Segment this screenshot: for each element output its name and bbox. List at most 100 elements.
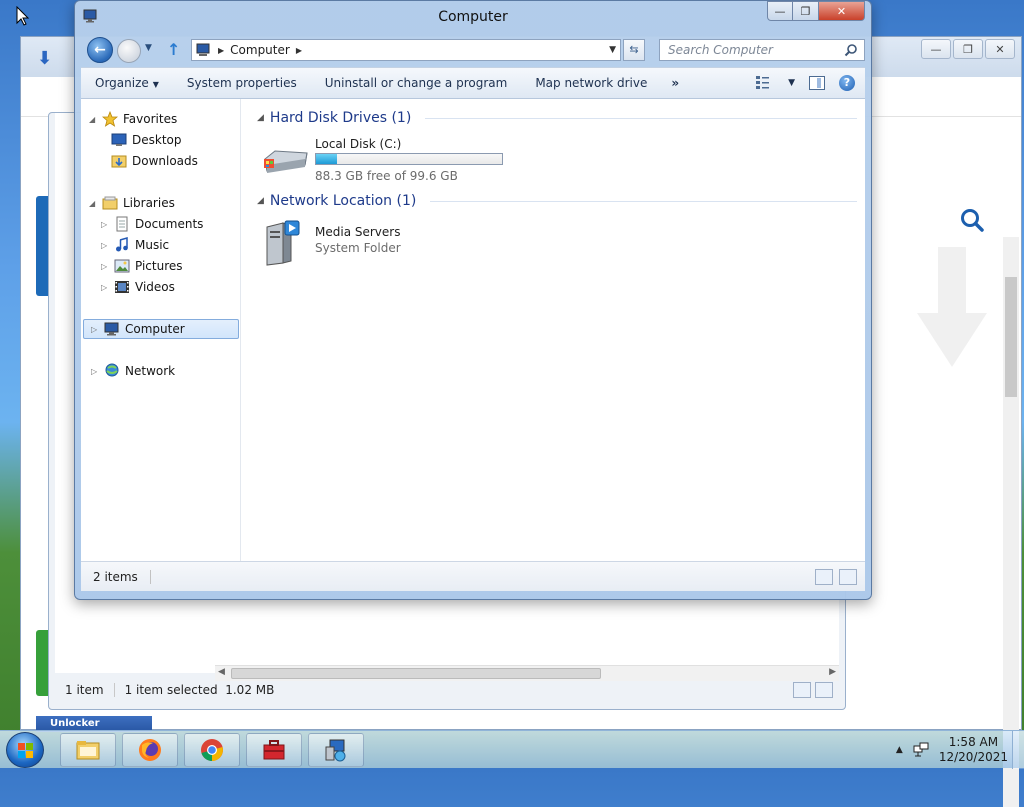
- tree-libraries[interactable]: ◢ Libraries: [89, 193, 175, 213]
- media-servers-item[interactable]: Media Servers System Folder: [261, 217, 461, 267]
- group-network-location[interactable]: ◢ Network Location (1): [257, 190, 857, 212]
- folder-icon: [76, 741, 100, 760]
- taskbar-chrome-button[interactable]: [184, 733, 240, 767]
- tree-computer[interactable]: ▷ Computer: [91, 319, 185, 339]
- forward-button[interactable]: [117, 39, 141, 63]
- breadcrumb-separator-icon[interactable]: ▶: [218, 46, 224, 55]
- taskbar-explorer-button[interactable]: [60, 733, 116, 767]
- search-input[interactable]: Search Computer: [659, 39, 865, 61]
- minimize-button[interactable]: —: [767, 1, 793, 21]
- network-status-icon[interactable]: [913, 742, 929, 758]
- map-network-drive-button[interactable]: Map network drive: [521, 76, 661, 90]
- address-dropdown-icon[interactable]: ▼: [609, 45, 616, 55]
- navigation-pane: ◢ Favorites Desktop Downloads ◢ Librarie…: [81, 99, 241, 561]
- large-icons-view-icon[interactable]: [839, 568, 857, 585]
- expand-arrow-icon[interactable]: ▷: [101, 241, 109, 250]
- back-button[interactable]: ←: [87, 37, 113, 63]
- tree-favorites[interactable]: ◢ Favorites: [89, 109, 177, 129]
- network-setup-icon: [325, 739, 346, 762]
- tree-downloads[interactable]: Downloads: [111, 151, 198, 171]
- breadcrumb-separator-icon[interactable]: ▶: [296, 46, 302, 55]
- group-hard-disk-drives[interactable]: ◢ Hard Disk Drives (1): [257, 107, 857, 129]
- downloads-folder-icon: [111, 155, 127, 168]
- breadcrumb-computer[interactable]: Computer: [230, 43, 290, 57]
- collapse-group-icon[interactable]: ◢: [257, 196, 264, 206]
- explorer-window: Computer — ❐ ✕ ← ▼ ↑ ▶ Computer ▶ ▼ ⇆ Se…: [74, 0, 872, 600]
- taskbar-toolbox-button[interactable]: [246, 733, 302, 767]
- music-icon: [116, 237, 128, 252]
- background-scrollbar[interactable]: [1003, 237, 1019, 807]
- system-tray: ▲ 1:58 AM 12/20/2021: [896, 735, 1008, 765]
- maximize-button[interactable]: ❐: [793, 1, 819, 21]
- drive-usage-fill: [316, 154, 338, 164]
- expand-arrow-icon[interactable]: ▷: [101, 262, 109, 271]
- show-hidden-icons-button[interactable]: ▲: [896, 745, 903, 755]
- media-server-icon: [266, 220, 300, 266]
- help-icon[interactable]: ?: [839, 75, 855, 91]
- change-view-icon[interactable]: [756, 76, 774, 90]
- collapse-arrow-icon[interactable]: ◢: [89, 115, 97, 124]
- search-icon[interactable]: [959, 207, 985, 233]
- pictures-icon: [114, 259, 130, 273]
- hard-drive-icon: [264, 150, 308, 173]
- local-disk-item[interactable]: Local Disk (C:) 88.3 GB free of 99.6 GB: [261, 137, 521, 187]
- videos-icon: [115, 281, 129, 293]
- navigation-bar: ← ▼ ↑ ▶ Computer ▶ ▼ ⇆ Search Computer: [85, 35, 865, 65]
- status-item-count: 1 item: [55, 683, 115, 697]
- status-selected: 1 item selected 1.02 MB: [124, 683, 275, 697]
- desktop-icon: [111, 133, 127, 146]
- taskbar-firefox-button[interactable]: [122, 733, 178, 767]
- tree-music[interactable]: ▷ Music: [101, 235, 169, 255]
- network-icon: [105, 363, 119, 377]
- close-button[interactable]: ✕: [819, 1, 865, 21]
- organize-button[interactable]: Organize ▼: [81, 76, 173, 90]
- uninstall-program-button[interactable]: Uninstall or change a program: [311, 76, 522, 90]
- view-options-dropdown-icon[interactable]: ▼: [788, 78, 795, 88]
- details-view-icon[interactable]: [815, 568, 833, 585]
- taskbar-network-setup-button[interactable]: [308, 733, 364, 767]
- start-button[interactable]: [6, 732, 44, 768]
- star-icon: [102, 111, 118, 127]
- status-bar: 2 items: [81, 561, 865, 591]
- clock-date: 12/20/2021: [938, 750, 1008, 764]
- show-desktop-button[interactable]: [1012, 731, 1024, 769]
- computer-icon: [196, 43, 210, 56]
- expand-arrow-icon[interactable]: ▷: [91, 367, 99, 376]
- preview-pane-icon[interactable]: [809, 76, 825, 90]
- content-pane: ◢ Hard Disk Drives (1) Local Disk (C:) 8…: [243, 99, 865, 561]
- libraries-icon: [102, 196, 118, 210]
- expand-arrow-icon[interactable]: ▷: [101, 220, 109, 229]
- background-status-bar: 1 item 1 item selected 1.02 MB: [55, 675, 839, 705]
- clock[interactable]: 1:58 AM 12/20/2021: [939, 735, 1008, 765]
- collapse-arrow-icon[interactable]: ◢: [89, 199, 97, 208]
- firefox-icon: [139, 739, 161, 761]
- documents-icon: [116, 216, 128, 232]
- computer-icon: [104, 322, 119, 336]
- tree-desktop[interactable]: Desktop: [111, 130, 182, 150]
- windows-logo-icon: [18, 743, 33, 758]
- download-icon: ⬇: [37, 48, 53, 69]
- address-bar[interactable]: ▶ Computer ▶ ▼: [191, 39, 621, 61]
- tree-documents[interactable]: ▷ Documents: [101, 214, 203, 234]
- tree-network[interactable]: ▷ Network: [91, 361, 175, 381]
- background-minimize-button[interactable]: —: [921, 39, 951, 59]
- search-icon[interactable]: [844, 43, 858, 57]
- expand-arrow-icon[interactable]: ▷: [91, 325, 99, 334]
- background-close-button[interactable]: ✕: [985, 39, 1015, 59]
- background-maximize-button[interactable]: ❐: [953, 39, 983, 59]
- network-item-type: System Folder: [315, 241, 401, 255]
- details-view-icon[interactable]: [793, 682, 811, 698]
- recent-pages-dropdown[interactable]: ▼: [145, 43, 152, 53]
- tree-videos[interactable]: ▷ Videos: [101, 277, 175, 297]
- system-properties-button[interactable]: System properties: [173, 76, 311, 90]
- tree-pictures[interactable]: ▷ Pictures: [101, 256, 183, 276]
- drive-usage-bar: [315, 153, 503, 165]
- collapse-group-icon[interactable]: ◢: [257, 113, 264, 123]
- preview-view-icon[interactable]: [815, 682, 833, 698]
- window-title: Computer: [438, 9, 508, 25]
- chrome-icon: [201, 739, 223, 761]
- more-commands-button[interactable]: »: [661, 76, 689, 90]
- up-arrow-icon[interactable]: ↑: [167, 40, 180, 59]
- refresh-button[interactable]: ⇆: [623, 39, 645, 61]
- expand-arrow-icon[interactable]: ▷: [101, 283, 109, 292]
